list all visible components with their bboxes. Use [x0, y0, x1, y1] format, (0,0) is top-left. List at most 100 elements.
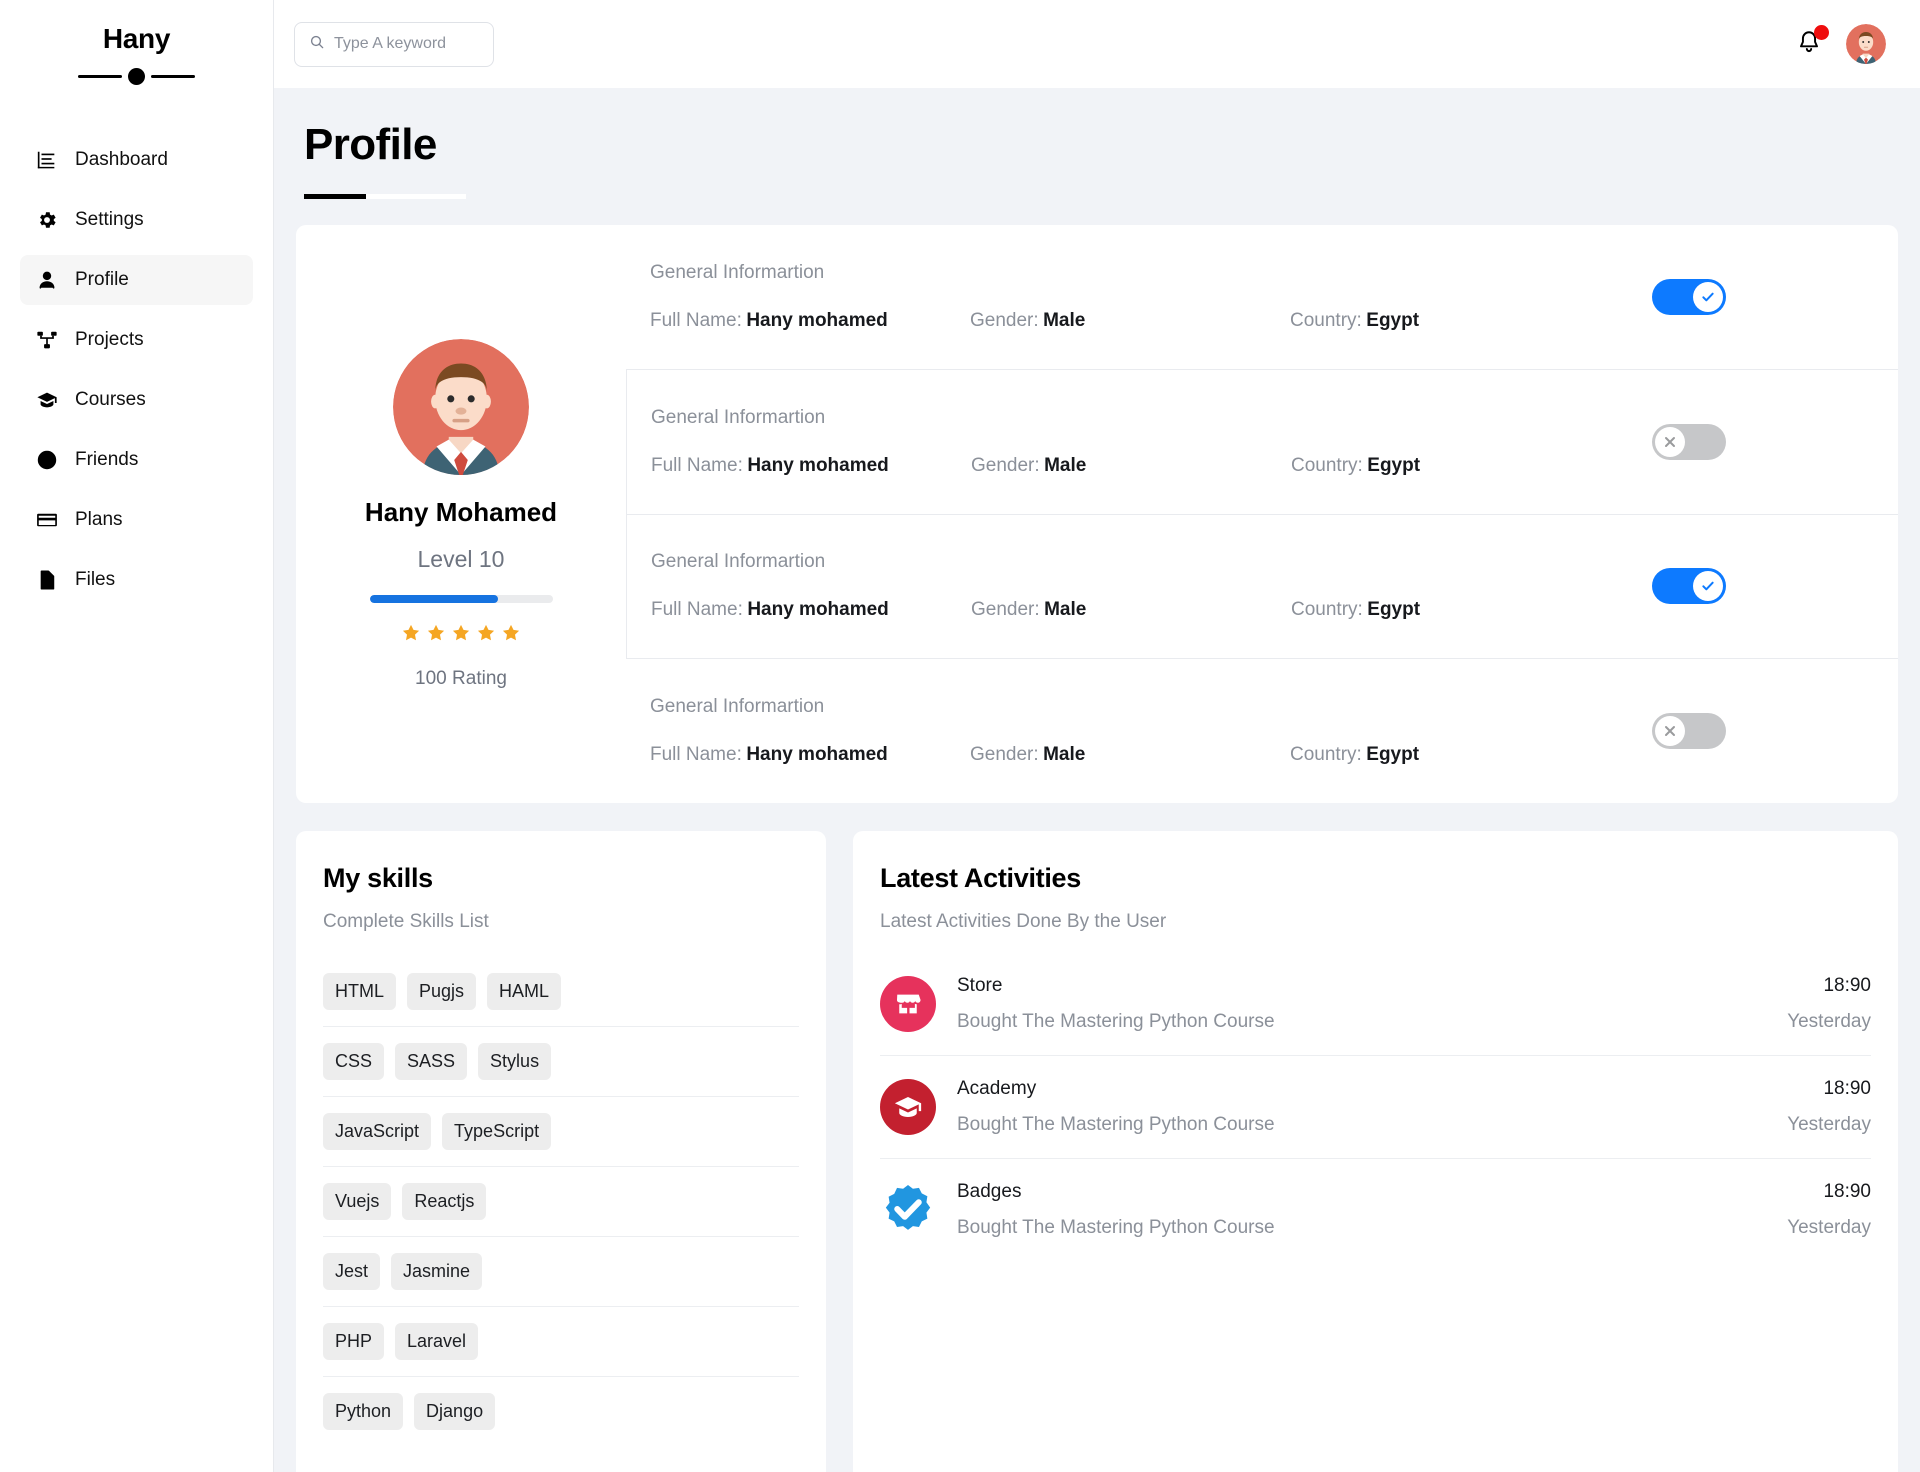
notifications-button[interactable] [1796, 25, 1829, 60]
toggle-cell [1628, 713, 1898, 750]
sidebar-item-label: Plans [75, 508, 123, 530]
field-value: Egypt [1366, 309, 1420, 331]
field-value: Egypt [1367, 454, 1421, 476]
field-label: Full Name: [651, 599, 743, 621]
skill-chip[interactable]: Vuejs [323, 1183, 392, 1220]
sidebar-item-dashboard[interactable]: Dashboard [20, 135, 253, 185]
search-box[interactable] [294, 21, 494, 67]
skill-chip[interactable]: CSS [323, 1043, 385, 1080]
activity-time: 18:90 [1823, 975, 1871, 996]
skill-chip[interactable]: JavaScript [323, 1113, 432, 1150]
info-main: General Informartion Full Name: Hany moha… [651, 551, 1628, 621]
skill-chip[interactable]: Stylus [478, 1043, 552, 1080]
activity-meta: 18:90 Yesterday [1787, 975, 1871, 1033]
field-full-name: Full Name: Hany mohamed [651, 599, 971, 621]
field-country: Country: Egypt [1291, 599, 1611, 621]
info-toggle-switch[interactable] [1652, 713, 1726, 750]
sidebar-item-label: Friends [75, 448, 139, 470]
field-country: Country: Egypt [1291, 455, 1611, 477]
activity-title: Academy [957, 1078, 1037, 1099]
profile-info-row: General Informartion Full Name: Hany moha… [626, 659, 1898, 803]
user-circle-icon [36, 449, 58, 471]
chart-bars-icon [36, 149, 58, 171]
skill-chip[interactable]: Python [323, 1393, 404, 1430]
sidebar-item-label: Files [75, 568, 116, 590]
skill-chip[interactable]: PHP [323, 1323, 385, 1360]
skill-chip[interactable]: Pugjs [407, 973, 477, 1010]
close-icon [1655, 716, 1685, 747]
info-fields: Full Name: Hany mohamed Gender: Male Count… [651, 599, 1628, 621]
field-full-name: Full Name: Hany mohamed [651, 455, 971, 477]
rating-text: 100 Rating [415, 667, 507, 689]
activity-meta: 18:90 Yesterday [1787, 1181, 1871, 1239]
field-value: Male [1043, 309, 1086, 331]
skill-chip[interactable]: Laravel [395, 1323, 479, 1360]
skill-row: Vuejs Reactjs [323, 1167, 799, 1237]
info-toggle-switch[interactable] [1652, 423, 1726, 460]
info-toggle-switch[interactable] [1652, 568, 1726, 605]
sidebar-item-settings[interactable]: Settings [20, 195, 253, 245]
field-label: Full Name: [650, 309, 742, 331]
profile-info-rows: General Informartion Full Name: Hany moha… [626, 225, 1898, 803]
skills-title: My skills [323, 863, 433, 893]
field-label: Country: [1291, 599, 1363, 621]
field-country: Country: Egypt [1290, 744, 1610, 766]
sidebar-item-files[interactable]: Files [20, 555, 253, 605]
underline-inactive-segment [366, 194, 466, 199]
bottom-section: My skills Complete Skills List HTML Pugjs… [296, 831, 1898, 1472]
info-main: General Informartion Full Name: Hany moha… [650, 696, 1628, 766]
page-title: Profile [304, 120, 437, 169]
info-heading: General Informartion [651, 551, 826, 573]
brand-title: Hany [102, 23, 171, 54]
field-gender: Gender: Male [970, 310, 1290, 332]
level-progress-fill [369, 594, 498, 603]
field-value: Male [1044, 454, 1087, 476]
activity-item[interactable]: Badges Bought The Mastering Python Course… [880, 1159, 1871, 1261]
sidebar-nav: Dashboard Settings Profile Projects Cour… [0, 135, 273, 605]
sidebar-item-projects[interactable]: Projects [20, 315, 253, 365]
activity-item[interactable]: Store Bought The Mastering Python Course 1… [880, 953, 1871, 1056]
activity-description: Bought The Mastering Python Course [957, 1217, 1275, 1238]
star-icon [401, 623, 421, 648]
field-gender: Gender: Male [970, 744, 1290, 766]
toggle-cell [1628, 278, 1898, 315]
graduation-cap-icon [880, 1079, 936, 1135]
credit-card-icon [36, 509, 58, 531]
skill-chip[interactable]: Jest [323, 1253, 381, 1290]
activity-item[interactable]: Academy Bought The Mastering Python Cours… [880, 1056, 1871, 1159]
skill-chip[interactable]: HTML [323, 973, 396, 1010]
skill-chip[interactable]: HAML [487, 973, 562, 1010]
store-icon [880, 976, 936, 1032]
skill-chip[interactable]: Reactjs [402, 1183, 487, 1220]
profile-info-row: General Informartion Full Name: Hany moha… [626, 368, 1898, 515]
avatar[interactable] [1846, 24, 1886, 64]
field-full-name: Full Name: Hany mohamed [650, 744, 970, 766]
skills-card: My skills Complete Skills List HTML Pugjs… [296, 831, 826, 1472]
sidebar-item-courses[interactable]: Courses [20, 375, 253, 425]
skill-chip[interactable]: TypeScript [442, 1113, 552, 1150]
skill-row: HTML Pugjs HAML [323, 957, 799, 1027]
activity-body: Academy Bought The Mastering Python Cours… [957, 1078, 1766, 1136]
info-heading: General Informartion [651, 406, 826, 428]
skill-chip[interactable]: Django [414, 1393, 496, 1430]
check-icon [1693, 571, 1723, 602]
activity-time: 18:90 [1823, 1078, 1871, 1099]
gear-icon [36, 209, 58, 231]
topbar-actions [1796, 24, 1886, 64]
activity-day: Yesterday [1787, 1217, 1871, 1238]
info-toggle-switch[interactable] [1652, 278, 1726, 315]
sidebar-item-friends[interactable]: Friends [20, 435, 253, 485]
activities-title: Latest Activities [880, 863, 1081, 893]
close-icon [1655, 426, 1685, 457]
main-area: Profile [274, 0, 1920, 1472]
sidebar-item-label: Projects [75, 328, 144, 350]
search-input[interactable] [334, 35, 479, 53]
sidebar-item-label: Settings [75, 208, 144, 230]
skill-chip[interactable]: Jasmine [391, 1253, 483, 1290]
sidebar-item-profile[interactable]: Profile [20, 254, 253, 305]
field-label: Gender: [970, 309, 1039, 331]
skill-chip[interactable]: SASS [395, 1043, 468, 1080]
search-icon [309, 34, 325, 55]
sidebar-item-plans[interactable]: Plans [20, 495, 253, 545]
profile-info-row: General Informartion Full Name: Hany moha… [626, 225, 1898, 369]
